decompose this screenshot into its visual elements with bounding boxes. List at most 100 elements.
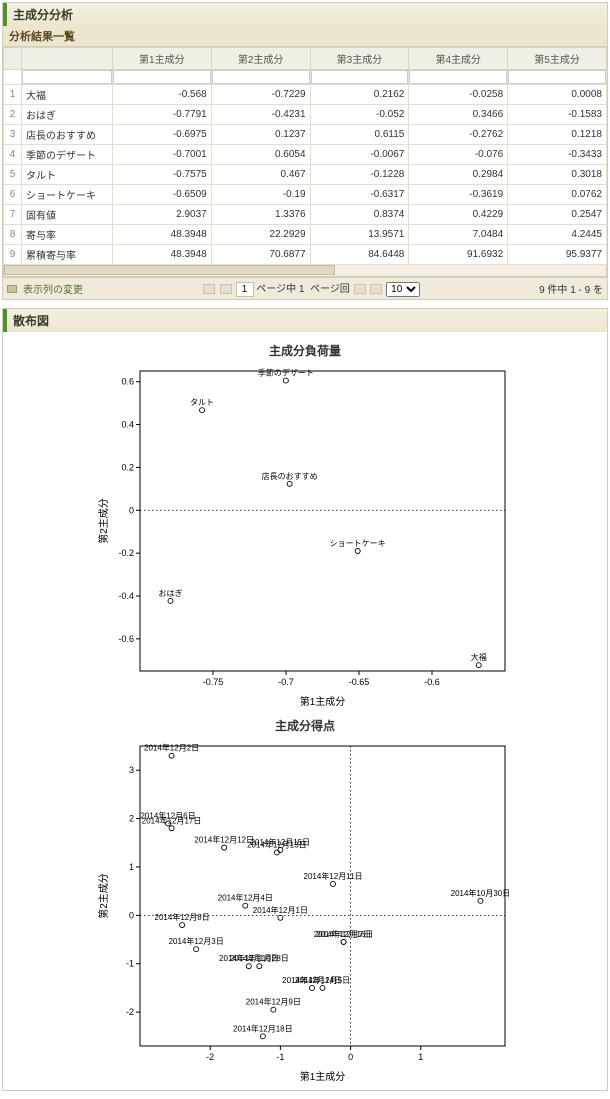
col-header[interactable]: 第4主成分 <box>409 48 508 70</box>
table-wrap: 第1主成分第2主成分第3主成分第4主成分第5主成分 1大福-0.568-0.72… <box>3 47 607 265</box>
table-row[interactable]: 9累積寄与率48.394870.687784.644891.693295.937… <box>4 245 607 265</box>
table-row[interactable]: 7固有値2.90371.33760.83740.42290.2547 <box>4 205 607 225</box>
row-label: 寄与率 <box>22 225 113 245</box>
svg-text:2014年12月4日: 2014年12月4日 <box>218 893 273 903</box>
col-header[interactable]: 第2主成分 <box>211 48 310 70</box>
col-header[interactable]: 第1主成分 <box>112 48 211 70</box>
svg-text:大福: 大福 <box>471 652 487 662</box>
svg-text:-0.75: -0.75 <box>203 677 224 687</box>
cell-value: 0.3018 <box>508 165 607 185</box>
svg-text:-0.65: -0.65 <box>349 677 370 687</box>
cell-value: 95.9377 <box>508 245 607 265</box>
svg-text:2014年12月9日: 2014年12月9日 <box>246 997 301 1007</box>
cell-value: -0.2762 <box>409 125 508 145</box>
cell-value: -0.052 <box>310 105 409 125</box>
svg-text:2014年12月12日: 2014年12月12日 <box>194 835 254 845</box>
cell-value: -0.6975 <box>112 125 211 145</box>
scatter-panel: 散布図 主成分負荷量 -0.75-0.7-0.65-0.6-0.6-0.4-0.… <box>2 308 608 1091</box>
row-number: 2 <box>4 105 22 125</box>
table-row[interactable]: 5タルト-0.75750.467-0.12280.29840.3018 <box>4 165 607 185</box>
svg-text:2014年12月8日: 2014年12月8日 <box>155 912 210 922</box>
svg-text:3: 3 <box>129 765 134 775</box>
filter-input[interactable] <box>508 70 606 84</box>
row-number: 8 <box>4 225 22 245</box>
cell-value: -0.1583 <box>508 105 607 125</box>
cell-value: 0.6054 <box>211 145 310 165</box>
loadings-chart: -0.75-0.7-0.65-0.6-0.6-0.4-0.200.20.40.6… <box>95 361 515 711</box>
filter-input[interactable] <box>22 70 112 84</box>
svg-text:-0.6: -0.6 <box>118 634 134 644</box>
svg-text:-0.2: -0.2 <box>118 548 134 558</box>
results-table: 第1主成分第2主成分第3主成分第4主成分第5主成分 1大福-0.568-0.72… <box>3 47 607 265</box>
cell-value: -0.0258 <box>409 85 508 105</box>
pca-panel: 主成分分析 分析結果一覧 第1主成分第2主成分第3主成分第4主成分第5主成分 1… <box>2 2 608 300</box>
scatter-title: 散布図 <box>3 309 607 332</box>
col-header[interactable]: 第3主成分 <box>310 48 409 70</box>
svg-text:ショートケーキ: ショートケーキ <box>330 539 386 548</box>
svg-text:第2主成分: 第2主成分 <box>97 498 110 544</box>
cell-value: 0.6115 <box>310 125 409 145</box>
filter-input[interactable] <box>113 70 211 84</box>
cell-value: 84.6448 <box>310 245 409 265</box>
filter-input[interactable] <box>311 70 409 84</box>
row-label: ショートケーキ <box>22 185 113 205</box>
row-label: 大福 <box>22 85 113 105</box>
table-row[interactable]: 6ショートケーキ-0.6509-0.19-0.6317-0.36190.0762 <box>4 185 607 205</box>
page-of-label: ページ中 <box>256 284 296 295</box>
cell-value: 0.1218 <box>508 125 607 145</box>
table-row[interactable]: 2おはぎ-0.7791-0.4231-0.0520.3466-0.1583 <box>4 105 607 125</box>
svg-text:-2: -2 <box>206 1052 214 1062</box>
cell-value: 13.9571 <box>310 225 409 245</box>
cell-value: 0.0762 <box>508 185 607 205</box>
next-page-button[interactable] <box>354 284 366 294</box>
cell-value: 0.0008 <box>508 85 607 105</box>
table-row[interactable]: 1大福-0.568-0.72290.2162-0.02580.0008 <box>4 85 607 105</box>
cell-value: 22.2929 <box>211 225 310 245</box>
chart2-title: 主成分得点 <box>7 717 603 734</box>
cell-value: -0.568 <box>112 85 211 105</box>
row-label: 季節のデザート <box>22 145 113 165</box>
page-size-select[interactable]: 10 <box>386 282 420 297</box>
filter-input[interactable] <box>409 70 507 84</box>
svg-text:0: 0 <box>129 910 134 920</box>
svg-text:2014年12月3日: 2014年12月3日 <box>169 936 224 946</box>
chart-area: 主成分負荷量 -0.75-0.7-0.65-0.6-0.6-0.4-0.200.… <box>3 332 607 1090</box>
prev-page-button[interactable] <box>220 284 232 294</box>
svg-text:0.2: 0.2 <box>121 462 134 472</box>
row-label: タルト <box>22 165 113 185</box>
panel-title: 主成分分析 <box>3 3 607 26</box>
cell-value: 48.3948 <box>112 225 211 245</box>
cell-value: 0.4229 <box>409 205 508 225</box>
scores-chart: -2-101-2-10123第1主成分第2主成分2014年12月2日2014年1… <box>95 736 515 1086</box>
table-row[interactable]: 4季節のデザート-0.70010.6054-0.0067-0.076-0.343… <box>4 145 607 165</box>
row-number: 3 <box>4 125 22 145</box>
col-header[interactable] <box>4 48 22 70</box>
first-page-button[interactable] <box>203 284 215 294</box>
cell-value: -0.7001 <box>112 145 211 165</box>
row-number: 7 <box>4 205 22 225</box>
col-header[interactable]: 第5主成分 <box>508 48 607 70</box>
scrollbar-thumb[interactable] <box>4 265 335 275</box>
svg-text:2014年10月30日: 2014年10月30日 <box>451 888 511 898</box>
svg-text:-1: -1 <box>126 959 134 969</box>
row-number: 1 <box>4 85 22 105</box>
change-columns-link[interactable]: 表示列の変更 <box>23 281 83 296</box>
table-row[interactable]: 8寄与率48.394822.292913.95717.04844.2445 <box>4 225 607 245</box>
filter-row <box>4 70 607 85</box>
cell-value: -0.6317 <box>310 185 409 205</box>
col-header[interactable] <box>22 48 113 70</box>
last-page-button[interactable] <box>370 284 382 294</box>
page-number-input[interactable] <box>236 282 254 297</box>
record-count-label: 9 件中 1 - 9 を <box>539 281 603 296</box>
svg-text:0: 0 <box>348 1052 353 1062</box>
row-number: 9 <box>4 245 22 265</box>
cell-value: -0.7575 <box>112 165 211 185</box>
svg-text:季節のデザート: 季節のデザート <box>258 368 314 378</box>
filter-input[interactable] <box>212 70 310 84</box>
horizontal-scrollbar[interactable] <box>3 265 607 277</box>
table-row[interactable]: 3店長のおすすめ-0.69750.12370.6115-0.27620.1218 <box>4 125 607 145</box>
row-number: 5 <box>4 165 22 185</box>
svg-text:2014年12月11日: 2014年12月11日 <box>304 871 363 881</box>
svg-text:2: 2 <box>129 814 134 824</box>
cell-value: 0.2984 <box>409 165 508 185</box>
